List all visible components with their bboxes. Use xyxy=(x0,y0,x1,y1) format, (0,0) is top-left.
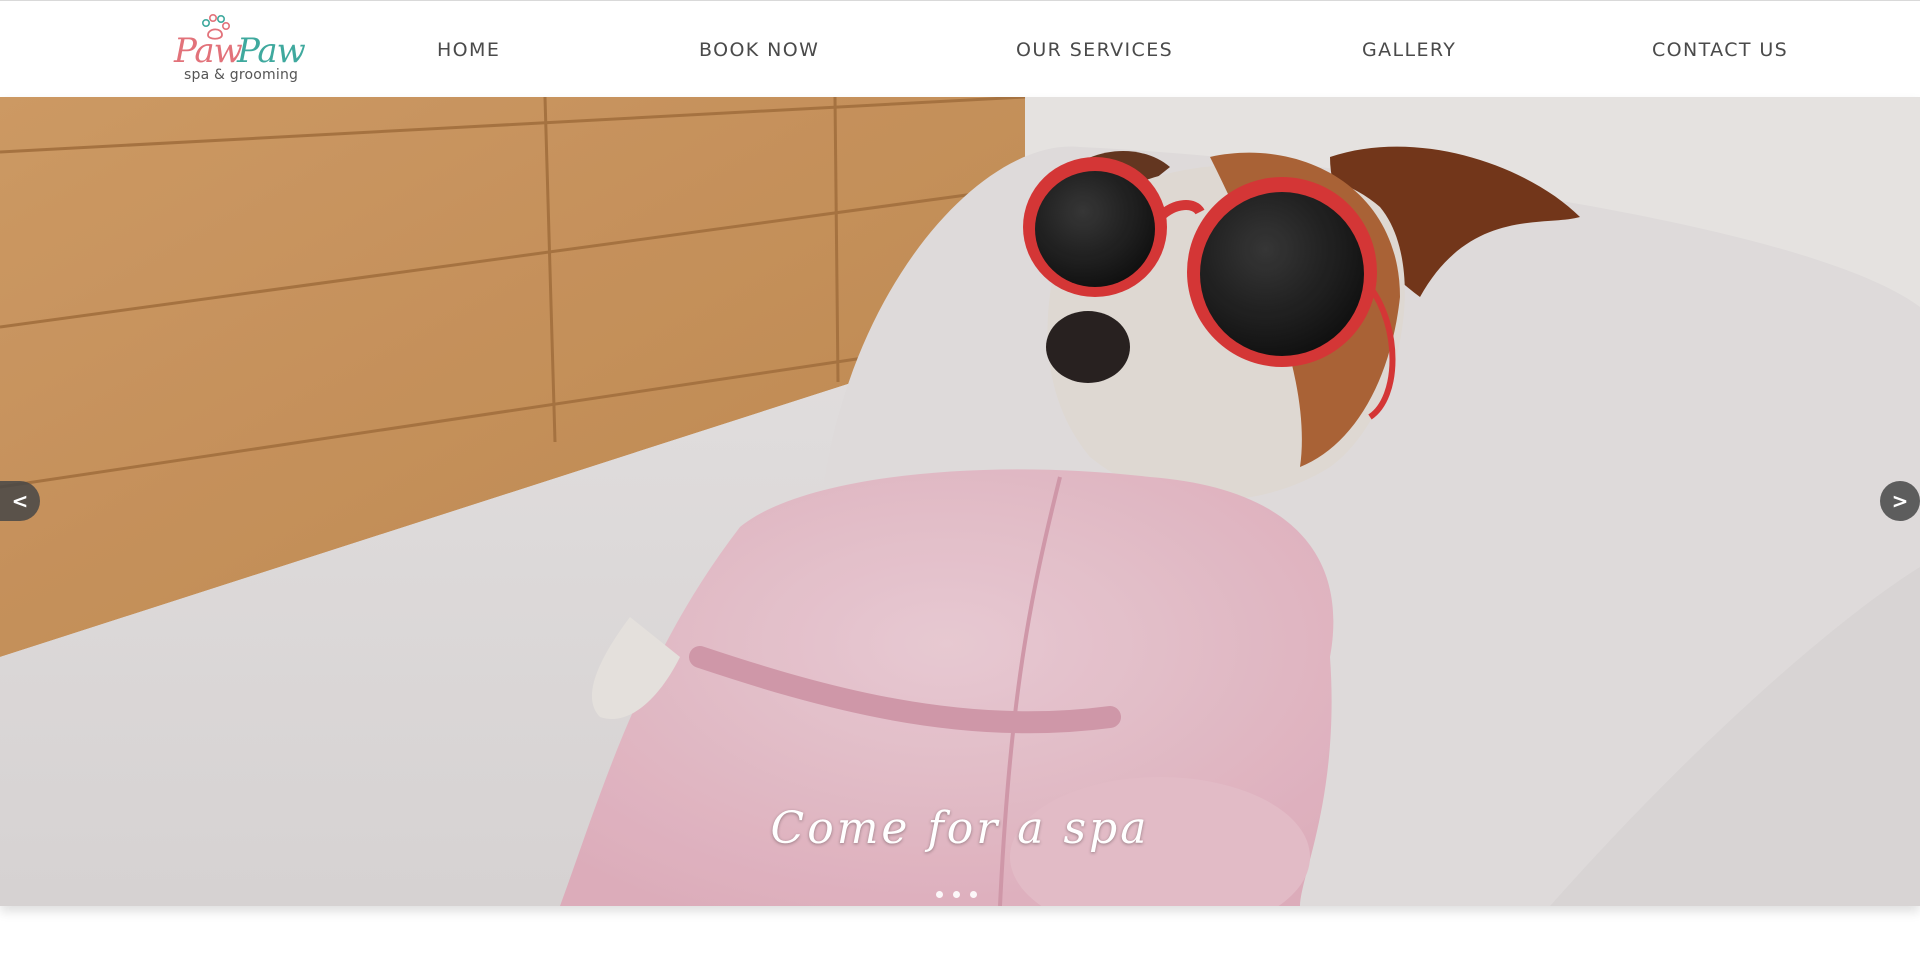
nav-book-now[interactable]: BOOK NOW xyxy=(699,39,819,61)
brand-name-second: Paw xyxy=(237,31,306,71)
brand-name-first: Paw xyxy=(174,31,243,71)
nav-our-services[interactable]: OUR SERVICES xyxy=(1016,39,1173,61)
nav-gallery[interactable]: GALLERY xyxy=(1362,39,1456,61)
brand-logo[interactable]: Paw Paw spa & grooming xyxy=(172,11,306,85)
slider-dot-2[interactable] xyxy=(953,891,960,898)
slide-caption: Come for a spa xyxy=(770,803,1150,854)
site-header: Paw Paw spa & grooming HOME BOOK NOW OUR… xyxy=(0,0,1920,97)
hero-slider: < > Come for a spa xyxy=(0,97,1920,906)
slider-pagination xyxy=(936,891,984,901)
nav-contact-us[interactable]: CONTACT US xyxy=(1652,39,1788,61)
slider-next-button[interactable]: > xyxy=(1880,481,1920,521)
slider-prev-button[interactable]: < xyxy=(0,481,40,521)
hero-overlay xyxy=(0,97,1920,906)
slider-dot-1[interactable] xyxy=(936,891,943,898)
nav-home[interactable]: HOME xyxy=(437,39,500,61)
slider-dot-3[interactable] xyxy=(970,891,977,898)
brand-tagline: spa & grooming xyxy=(184,67,299,83)
